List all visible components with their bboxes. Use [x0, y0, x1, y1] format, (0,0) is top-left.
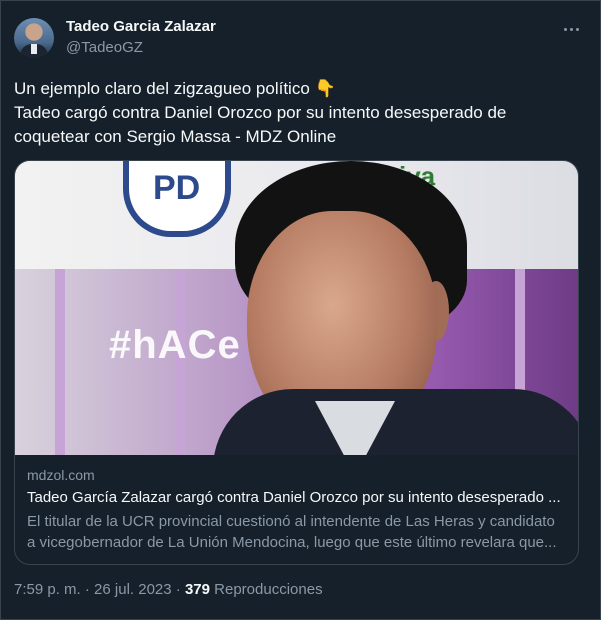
author-handle[interactable]: @TadeoGZ — [66, 39, 143, 56]
avatar-shirt — [31, 44, 37, 54]
views-count[interactable]: 379 — [185, 581, 210, 598]
backdrop-logo-letters: PD — [153, 169, 201, 207]
person-body — [213, 389, 578, 455]
tweet[interactable]: Tadeo Garcia Zalazar @TadeoGZ Un ejemplo… — [0, 0, 601, 620]
tweet-text: Un ejemplo claro del zigzagueo político … — [14, 77, 584, 149]
link-card-image[interactable]: PD iva #hACe — [15, 161, 578, 455]
tweet-text-line: Tadeo cargó contra Daniel Orozco por su … — [14, 103, 507, 122]
author-name[interactable]: Tadeo Garcia Zalazar — [66, 18, 216, 35]
tweet-time[interactable]: 7:59 p. m. — [14, 581, 81, 598]
more-horizontal-icon[interactable] — [557, 15, 585, 43]
backdrop-hashtag: #hACe — [109, 323, 241, 367]
link-card-title: Tadeo García Zalazar cargó contra Daniel… — [27, 489, 561, 506]
tweet-meta: 7:59 p. m. · 26 jul. 2023 · 379 Reproduc… — [14, 581, 323, 598]
link-card-description: El titular de la UCR provincial cuestion… — [27, 511, 566, 553]
link-card[interactable]: PD iva #hACe mdzol.com Tadeo García Zala… — [14, 160, 579, 565]
tweet-text-line: Un ejemplo claro del zigzagueo político … — [14, 79, 336, 98]
tweet-date[interactable]: 26 jul. 2023 — [94, 581, 172, 598]
link-card-description-line: a vicegobernador de La Unión Mendocina, … — [27, 534, 557, 551]
link-card-info[interactable]: mdzol.com Tadeo García Zalazar cargó con… — [15, 455, 578, 553]
link-card-description-line: El titular de la UCR provincial cuestion… — [27, 513, 555, 530]
tweet-text-line: coquetear con Sergio Massa - MDZ Online — [14, 127, 337, 146]
link-card-domain: mdzol.com — [27, 467, 95, 483]
views-label[interactable]: Reproducciones — [210, 581, 322, 598]
avatar[interactable] — [14, 18, 54, 58]
